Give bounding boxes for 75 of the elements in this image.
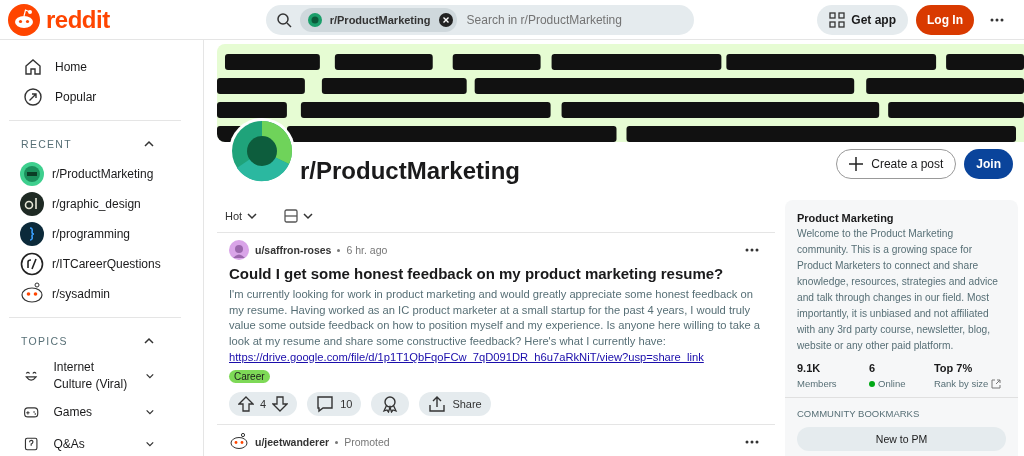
post-time: 6 hr. ago	[346, 244, 388, 256]
community-avatar-icon	[20, 192, 44, 216]
stat-label[interactable]: Rank by size	[933, 378, 989, 389]
plus-icon	[849, 157, 864, 171]
author-link[interactable]: u/jeetwanderer	[255, 436, 330, 448]
community-item[interactable]: r/ProductMarketing	[9, 159, 191, 189]
more-icon	[745, 248, 759, 252]
community-item[interactable]: r/sysadmin	[9, 279, 191, 309]
bookmark-button[interactable]: New to PM	[797, 427, 1006, 451]
layout-icon	[284, 209, 299, 223]
separator-dot	[335, 440, 339, 444]
community-name: r/ProductMarketing	[300, 156, 521, 185]
comment-icon	[316, 395, 335, 413]
comments-button[interactable]: 10	[307, 392, 362, 416]
qr-code-icon	[829, 11, 846, 28]
topic-item[interactable]: Internet Culture (Viral)	[9, 356, 191, 396]
topic-item[interactable]: Games	[9, 396, 191, 428]
award-button[interactable]	[371, 392, 410, 416]
avatar-icon	[229, 240, 249, 260]
close-icon	[438, 12, 453, 27]
separator-dot	[337, 248, 341, 252]
community-item[interactable]: r/programming	[9, 219, 191, 249]
home-icon	[23, 57, 43, 77]
award-icon	[381, 395, 400, 413]
upvote-button[interactable]	[238, 396, 254, 412]
sort-dropdown[interactable]: Hot	[217, 206, 267, 226]
get-app-button[interactable]: Get app	[817, 4, 908, 35]
about-title: Product Marketing	[797, 212, 895, 224]
section-toggle[interactable]: RECENT	[9, 129, 191, 159]
share-icon	[428, 395, 447, 413]
vote-count: 4	[260, 398, 267, 410]
community-filter-chip[interactable]: r/ProductMarketing	[299, 7, 457, 32]
caret-icon	[302, 210, 315, 222]
community-avatar-icon	[20, 252, 44, 276]
external-link-icon	[991, 378, 1002, 389]
stat-label: Online	[878, 378, 906, 389]
more-icon	[990, 17, 1004, 22]
join-button[interactable]: Join	[964, 149, 1013, 179]
community-avatar-icon	[20, 282, 44, 306]
section-heading: COMMUNITY BOOKMARKS	[797, 408, 921, 419]
community-avatar-icon	[20, 162, 44, 186]
post-time: Promoted	[344, 436, 390, 448]
community-avatar-icon	[307, 12, 322, 27]
popular-icon	[23, 87, 43, 107]
caret-icon	[246, 210, 259, 222]
log-in-button[interactable]: Log In	[916, 4, 974, 35]
community-item[interactable]: r/ITCareerQuestions	[9, 249, 191, 279]
post-body: I'm currently looking for work in product marketing and would greatly appreciate some honest feedback on my resume. Having worked as an IC product marketer at a small startup for the past 4 years, I would truly value some outside feedback on how to position myself and my experience. Is anyone here willing to take a look at my resume and share some constructive feedback? Here's what I currently have:	[229, 287, 762, 349]
author-link[interactable]: u/saffron-roses	[255, 244, 332, 256]
search-field[interactable]: r/ProductMarketing Search in r/ProductMarketing	[265, 4, 694, 35]
section-toggle[interactable]: TOPICS	[9, 326, 191, 356]
search-icon	[275, 11, 292, 28]
downvote-button[interactable]	[272, 396, 289, 412]
stat-value: 9.1K	[797, 362, 822, 374]
nav-item[interactable]: Home	[9, 52, 191, 82]
stat-value: Top 7%	[933, 362, 974, 374]
reddit-logo-icon	[8, 3, 40, 36]
stat-value: 6	[869, 362, 877, 374]
about-description: Welcome to the Product Marketing community. This is a growing space for Product Marketers to connect and share knowledge, resources, strategies and advice and talk through changes in our field. Most importantly, it is unbiased and not affiliated with any 3rd party course, newsletter, blog, website or any other paid platform.	[797, 227, 1000, 353]
community-avatar-icon	[229, 118, 295, 184]
resume-link[interactable]: https://drive.google.com/file/d/1p1T1QbFqoFCw_7qD091DR_h6u7aRkNiT/view?usp=share_link	[229, 349, 704, 365]
upvote-icon	[238, 396, 254, 412]
avatar-icon	[229, 432, 249, 452]
community-item[interactable]: r/graphic_design	[9, 189, 191, 219]
nav-item[interactable]: Popular	[9, 82, 191, 112]
share-button[interactable]: Share	[419, 392, 491, 416]
create-post-button[interactable]: Create a post	[836, 149, 957, 179]
online-dot	[869, 380, 876, 387]
more-icon	[745, 440, 759, 444]
stat-label: Members	[797, 378, 837, 389]
community-avatar-icon	[20, 222, 44, 246]
topic-item[interactable]: Q&As	[9, 428, 191, 456]
flair-tag[interactable]: Career	[229, 370, 270, 383]
downvote-icon	[272, 396, 289, 412]
post-title[interactable]: Could I get some honest feedback on my product marketing resume?	[229, 265, 763, 282]
